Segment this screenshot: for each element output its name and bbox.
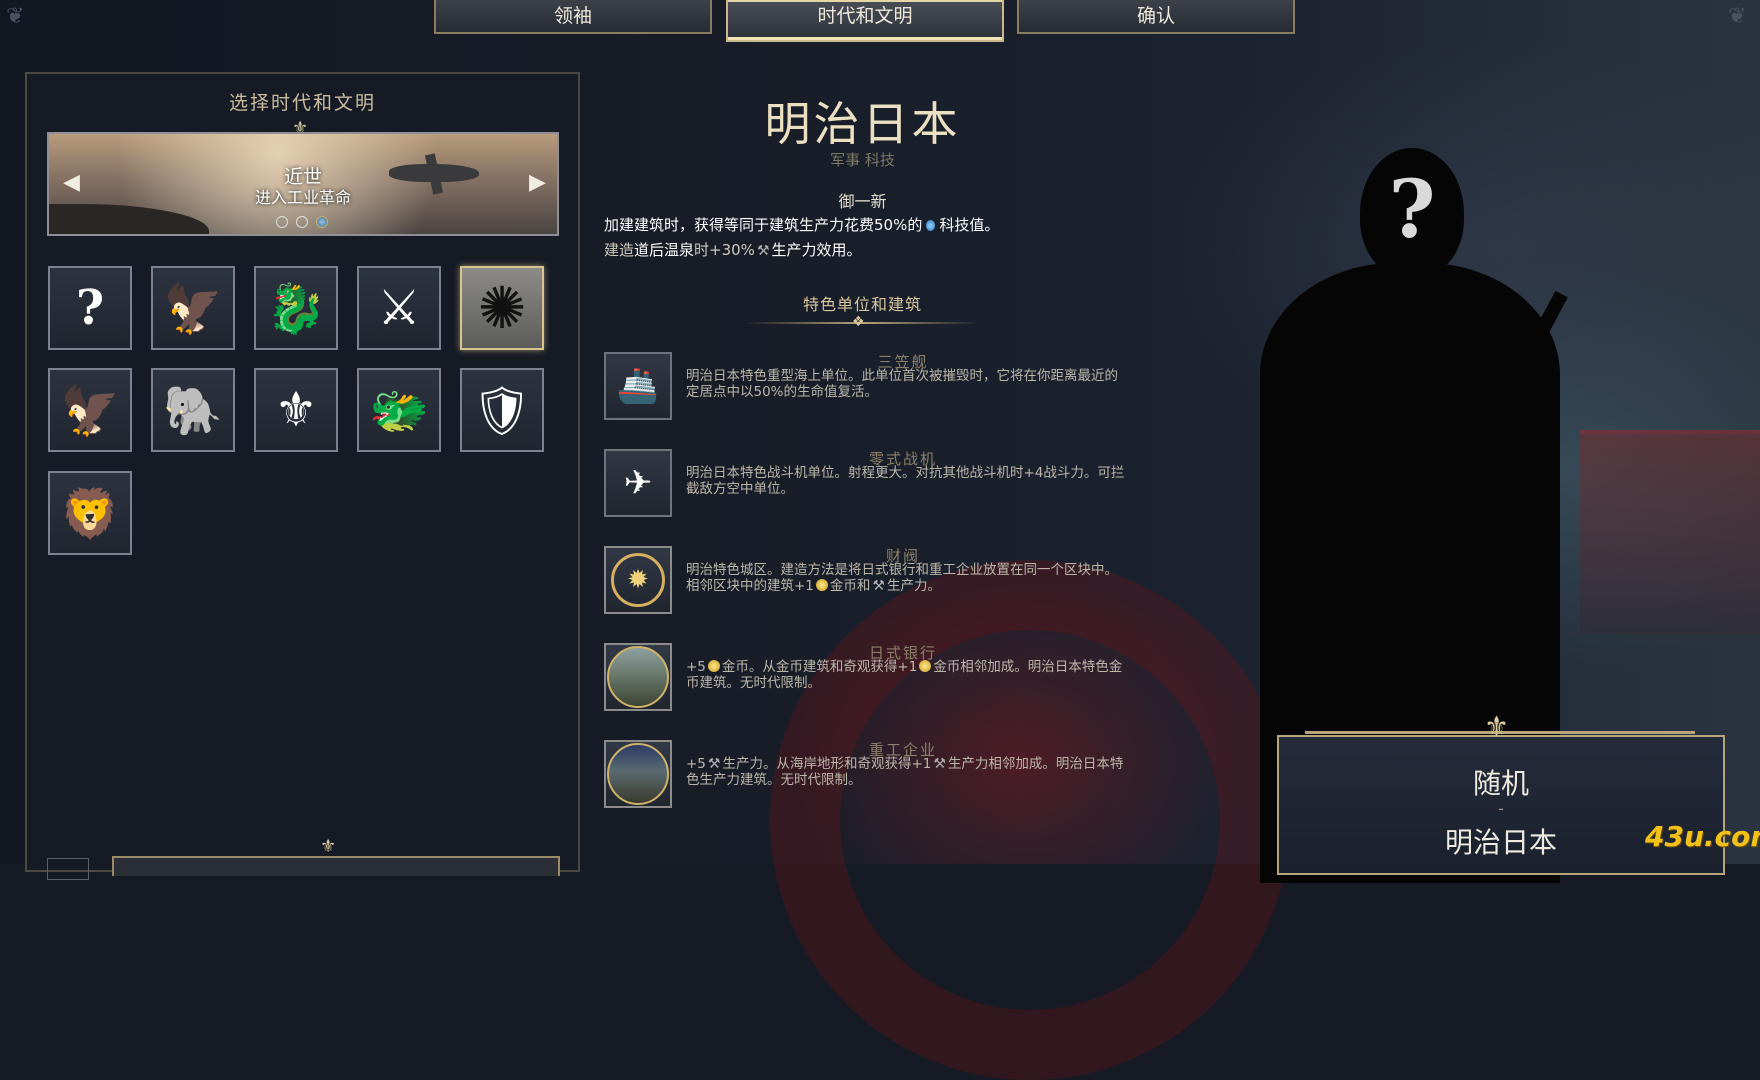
unique-item-zero-fighter[interactable]: ✈ 零式战机 明治日本特色战斗机单位。射程更大。对抗其他战斗机时+4战斗力。可拦… [604,449,1124,519]
unique-desc: 明治特色城区。建造方法是将日式银行和重工企业放置在同一个区块中。相邻区块中的建筑… [686,562,1118,594]
era-subtitle: 进入工业革命 [254,188,351,207]
tab-confirm[interactable]: 确认 [1017,0,1295,34]
era-dot-1[interactable] [276,216,288,228]
background-bridge [1580,430,1760,634]
ability-text: 科技值。 [939,216,1000,234]
tab-era-civ[interactable]: 时代和文明 [726,0,1004,42]
question-icon: ? [75,280,105,336]
fighter-plane-icon: ✈ [604,449,672,517]
civ-random-button[interactable]: ? [48,266,132,350]
ability-text: 生产力效用。 [771,241,862,259]
name-panel-ornament-icon: ⚜ [1484,710,1510,743]
small-square-button[interactable] [47,858,89,880]
civ-russia-button[interactable]: 🦅 [151,266,235,350]
corner-ornament-right: ❦ [1728,4,1747,29]
elephant-icon: 🐘 [163,382,223,439]
gold-coin-icon [815,579,828,591]
panel-title: 选择时代和文明 [228,92,376,114]
civ-selection-panel: 选择时代和文明 ⚜ ◀ ▶ 近世 进入工业革命 ? 🦅 🐉 ⚔ ✺ 🦅 🐘 ⚜ … [25,72,580,880]
name-separator: - [1498,799,1504,818]
uniques-section-title: 特色单位和建筑 [802,295,922,314]
stars-stripes-shield-icon: 🛡 [471,382,533,439]
heavy-industry-icon [604,740,672,808]
ground-silhouette [49,204,209,234]
shield-spears-icon: ⚔ [377,280,421,336]
era-banner: ◀ ▶ 近世 进入工业革命 [47,132,559,236]
civ-griffin-button[interactable]: 🐉 [254,266,338,350]
era-dot-2[interactable] [296,216,308,228]
civ-lion-button[interactable]: 🦁 [48,471,132,555]
civ-dragon-button[interactable]: 🐲 [357,368,441,452]
civ-shield-spears-button[interactable]: ⚔ [357,266,441,350]
unique-item-japanese-bank[interactable]: 日式银行 +5 金币。从金币建筑和奇观获得+1 金币相邻加成。明治日本特色金币建筑。… [604,643,1124,713]
fleur-de-lis-icon: ⚜ [274,382,318,438]
civ-meiji-japan-button[interactable]: ✺ [460,266,544,350]
dragon-icon: 🐲 [369,382,429,439]
ability-name: 御一新 [838,192,887,211]
unique-desc: +5 ⚒ 生产力。从海岸地形和奇观获得+1 ⚒ 生产力相邻加成。明治日本特色生产力建筑。… [686,756,1124,788]
corner-ornament-left: ❦ [6,4,25,29]
production-hammer-icon: ⚒ [756,243,770,259]
era-page-dots [276,216,328,228]
ability-text: 加建建筑时，获得等同于建筑生产力花费50%的 [604,216,923,234]
gold-coin-icon [919,660,932,672]
bottom-ornament-icon: ⚜ [320,836,337,857]
japanese-bank-icon [604,643,672,711]
double-eagle-icon: 🦅 [163,280,223,337]
production-hammer-icon: ⚒ [707,756,721,772]
tab-leader[interactable]: 领袖 [434,0,712,34]
civ-elephant-button[interactable]: 🐘 [151,368,235,452]
divider-ornament-icon: ❖ [852,314,865,330]
gold-coin-icon [707,660,720,672]
production-hammer-icon: ⚒ [872,578,885,594]
civ-tags: 军事 科技 [830,151,895,169]
era-dot-3[interactable] [316,216,328,228]
civ-fleur-de-lis-button[interactable]: ⚜ [254,368,338,452]
unique-desc: 明治日本特色重型海上单位。此单位首次被摧毁时，它将在你距离最近的定居点中以50%… [686,368,1118,400]
civ-america-button[interactable]: 🛡 [460,368,544,452]
ability-text: 建造 [604,241,635,259]
zaibatsu-district-icon: ✹ [604,546,672,614]
ability-text: 时+30% [694,241,755,259]
chrysanthemum-icon: ✺ [477,274,527,342]
ability-line-1: 加建建筑时，获得等同于建筑生产力花费50%的 科技值。 [604,214,999,235]
background-red-arc [770,560,1290,1080]
unknown-leader-question-icon: ? [1388,162,1436,256]
civ-name-title: 明治日本 [764,97,961,151]
unique-item-mikasa[interactable]: 🚢 三笠舰 明治日本特色重型海上单位。此单位首次被摧毁时，它将在你距离最近的定居… [604,352,1124,422]
leader-name: 随机 [1472,767,1529,800]
bottom-action-bar[interactable] [112,856,560,876]
unique-item-heavy-industry[interactable]: 重工企业 +5 ⚒ 生产力。从海岸地形和奇观获得+1 ⚒ 生产力相邻加成。明治日本特色生… [604,740,1124,810]
eagle-icon: 🦅 [60,382,120,439]
ability-line-2: 建造道后温泉时+30% ⚒ 生产力效用。 [604,239,862,260]
griffin-icon: 🐉 [266,280,326,337]
unique-item-zaibatsu[interactable]: ✹ 财阀 明治特色城区。建造方法是将日式银行和重工企业放置在同一个区块中。相邻区… [604,546,1124,616]
battleship-icon: 🚢 [604,352,672,420]
wonder-name: 道后温泉 [634,241,695,259]
unique-desc: 明治日本特色战斗机单位。射程更大。对抗其他战斗机时+4战斗力。可拦截敌方空中单位… [686,465,1125,497]
lion-icon: 🦁 [60,485,120,542]
science-flask-icon [926,220,936,231]
production-hammer-icon: ⚒ [933,756,946,772]
civ-eagle-button[interactable]: 🦅 [48,368,132,452]
leader-name-panel: 随机 - 明治日本 [1277,735,1725,875]
site-watermark: 43u.com [1645,820,1760,853]
unique-desc: +5 金币。从金币建筑和奇观获得+1 金币相邻加成。明治日本特色金币建筑。无时代限制… [686,659,1123,691]
